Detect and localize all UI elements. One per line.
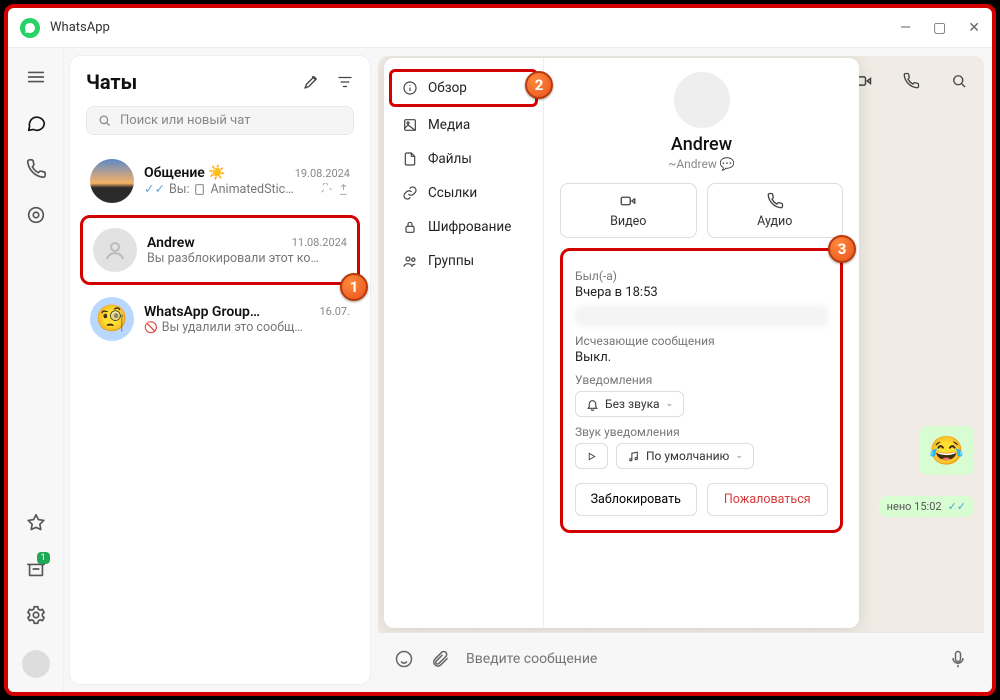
menu-icon[interactable] [25,66,47,88]
info-nav-files[interactable]: Файлы [392,143,535,175]
contact-details-section: 3 Был(-а) Вчера в 18:53 Исчезающие сообщ… [560,248,843,533]
whatsapp-logo [20,18,40,38]
info-icon [402,80,418,96]
video-icon [619,192,637,210]
notifications-dropdown[interactable]: Без звука ⌄ [575,391,684,417]
group-icon [402,253,418,269]
attach-icon[interactable] [430,649,450,669]
annotation-1: 1 [340,273,368,301]
mic-icon[interactable] [948,649,968,669]
annotation-2: 2 [525,71,553,99]
info-nav-encryption[interactable]: Шифрование [392,211,535,243]
image-icon [402,117,418,133]
chat-list-panel: Чаты Поиск или новый чат Общение ☀️ 19.0… [70,56,370,684]
close-button[interactable]: ✕ [968,20,980,36]
chat-preview: Вы удалили это сообщ… [162,320,303,335]
play-sound-button[interactable] [575,443,608,469]
contact-subtitle: ~Andrew 💬 [560,157,843,171]
audio-call-card[interactable]: Аудио [707,183,844,238]
chats-heading: Чаты [86,70,137,94]
message-bubble: 😂 [919,426,974,475]
chat-date: 19.08.2024 [295,167,350,180]
chat-item-andrew[interactable]: Andrew 11.08.2024 Вы разблокировали этот… [80,215,360,285]
block-button[interactable]: Заблокировать [575,483,697,516]
last-seen-label: Был(-а) [575,269,828,283]
info-nav-overview[interactable]: Обзор [389,69,538,107]
chat-avatar [90,159,134,203]
contact-name: Andrew [560,134,843,155]
message-input[interactable] [466,651,932,667]
status-icon[interactable] [25,204,47,226]
nav-rail: 1 [8,48,64,692]
notifications-label: Уведомления [575,373,828,387]
sound-label: Звук уведомления [575,425,828,439]
info-nav: Обзор 2 Медиа Файлы Ссылки [384,58,544,628]
minimize-button[interactable]: — [900,20,911,36]
compose-bar [378,632,984,684]
chat-item[interactable]: 🧐 WhatsApp Group… 16.07. 🚫 Вы удалили эт… [86,287,354,351]
chat-date: 11.08.2024 [292,236,347,249]
chevron-down-icon: ⌄ [666,399,674,409]
chevron-down-icon: ⌄ [735,451,743,461]
starred-icon[interactable] [25,512,47,534]
filter-icon[interactable] [336,73,354,91]
search-placeholder: Поиск или новый чат [120,113,250,128]
report-button[interactable]: Пожаловаться [707,483,829,516]
contact-avatar [674,72,730,128]
phone-icon [766,192,784,210]
last-seen-value: Вчера в 18:53 [575,285,828,300]
settings-icon[interactable] [25,604,47,626]
archive-icon[interactable]: 1 [25,558,47,580]
chat-preview: AnimatedStic… [210,182,293,197]
chat-name: Общение [144,165,205,181]
file-icon [402,151,418,167]
emoji-picker-icon[interactable] [394,649,414,669]
chats-icon[interactable] [25,112,47,134]
info-nav-links[interactable]: Ссылки [392,177,535,209]
profile-avatar[interactable] [22,650,50,678]
audio-call-button[interactable] [896,66,926,96]
info-nav-groups[interactable]: Группы [392,245,535,277]
sound-dropdown[interactable]: По умолчанию ⌄ [616,443,754,469]
info-nav-media[interactable]: Медиа [392,109,535,141]
disappearing-label: Исчезающие сообщения [575,334,828,348]
chat-item[interactable]: Общение ☀️ 19.08.2024 ✓✓ Вы: AnimatedSti… [86,149,354,213]
emoji-icon: 😂 [929,434,964,467]
search-input[interactable]: Поиск или новый чат [86,106,354,135]
contact-info-panel: Обзор 2 Медиа Файлы Ссылки [384,58,859,628]
chat-preview: Вы разблокировали этот ко… [147,251,347,266]
annotation-3: 3 [828,235,856,263]
message-meta: нено 15:02 ✓✓ [879,496,974,517]
chat-avatar: 🧐 [90,297,134,341]
calls-icon[interactable] [25,158,47,180]
window-title: WhatsApp [50,20,110,35]
chat-name: WhatsApp Group… [144,304,260,320]
new-chat-icon[interactable] [302,73,320,91]
video-call-card[interactable]: Видео [560,183,697,238]
chat-name: Andrew [147,235,195,251]
disappearing-value: Выкл. [575,350,828,365]
lock-icon [402,219,418,235]
chat-date: 16.07. [319,305,350,318]
link-icon [402,185,418,201]
chat-avatar [93,228,137,272]
titlebar: WhatsApp — ▢ ✕ [8,8,992,48]
search-chat-button[interactable] [944,66,974,96]
conversation-area: 😂 нено 15:02 ✓✓ Обзор 2 [378,56,984,684]
maximize-button[interactable]: ▢ [933,20,946,36]
redacted-block [575,306,828,326]
